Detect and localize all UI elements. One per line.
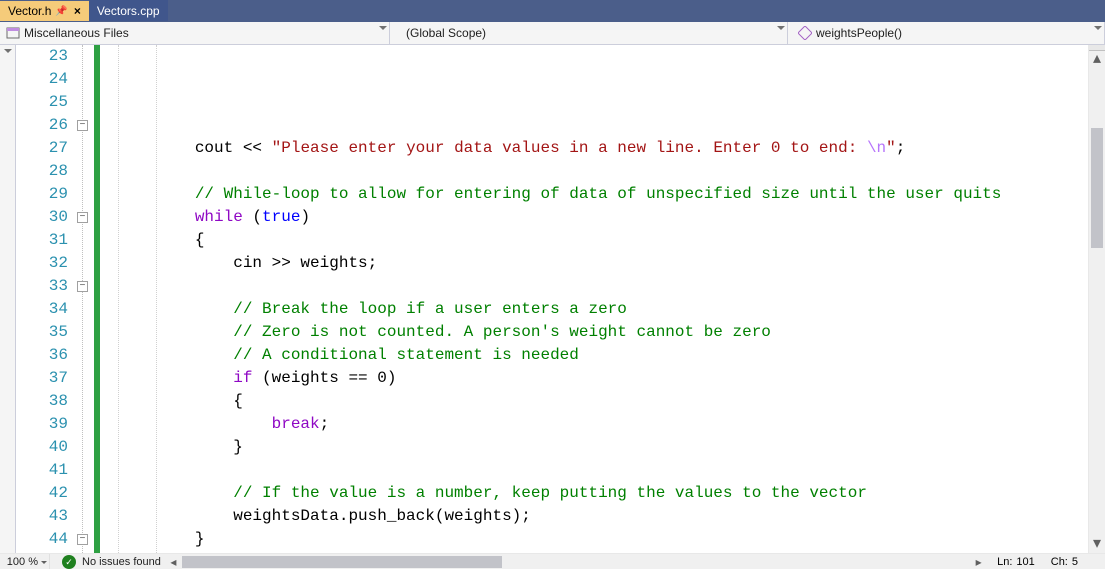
code-line[interactable]: cin >> weights; (118, 252, 1105, 275)
code-line[interactable]: { (118, 229, 1105, 252)
chevron-down-icon (379, 26, 387, 30)
horizontal-scrollbar[interactable]: ◂ ▸ (165, 554, 987, 569)
line-number: 33 (16, 275, 68, 298)
line-number: 32 (16, 252, 68, 275)
caret-position: Ln: 101 Ch: 5 (987, 554, 1088, 569)
tab-bar: Vector.h 📌 × Vectors.cpp (0, 0, 1105, 22)
line-number: 36 (16, 344, 68, 367)
project-icon (6, 26, 20, 40)
line-number: 31 (16, 229, 68, 252)
scroll-thumb[interactable] (1091, 128, 1103, 248)
close-icon[interactable]: × (74, 4, 81, 18)
scroll-thumb[interactable] (182, 556, 502, 568)
code-line[interactable] (118, 551, 1105, 553)
code-line[interactable]: if (weights == 0) (118, 367, 1105, 390)
scroll-track[interactable] (182, 554, 970, 569)
project-dropdown[interactable]: Miscellaneous Files (0, 22, 390, 44)
line-number: 44 (16, 528, 68, 551)
scroll-corner (1088, 554, 1105, 569)
code-line[interactable] (118, 160, 1105, 183)
scroll-left-arrow[interactable]: ◂ (165, 554, 182, 569)
tab-label: Vectors.cpp (97, 4, 160, 18)
code-line[interactable]: // Break the loop if a user enters a zer… (118, 298, 1105, 321)
col-number: 5 (1072, 556, 1078, 568)
code-line[interactable]: // A conditional statement is needed (118, 344, 1105, 367)
tab-label: Vector.h (8, 4, 51, 18)
code-line[interactable]: } (118, 528, 1105, 551)
code-line[interactable]: // Zero is not counted. A person's weigh… (118, 321, 1105, 344)
navigation-bar: Miscellaneous Files (Global Scope) weigh… (0, 22, 1105, 45)
fold-gutter: − − − − (76, 45, 94, 553)
col-label: Ch: (1051, 556, 1068, 568)
check-icon: ✓ (62, 555, 76, 569)
line-number: 38 (16, 390, 68, 413)
code-line[interactable]: } (118, 436, 1105, 459)
vertical-scrollbar[interactable]: ▴ ▾ (1088, 45, 1105, 553)
indent-guide (118, 45, 119, 553)
line-number: 26 (16, 114, 68, 137)
line-number: 42 (16, 482, 68, 505)
scroll-up-arrow[interactable]: ▴ (1089, 51, 1105, 68)
code-line[interactable]: while (true) (118, 206, 1105, 229)
project-name: Miscellaneous Files (24, 26, 129, 40)
line-number: 28 (16, 160, 68, 183)
line-number: 29 (16, 183, 68, 206)
line-number: 40 (16, 436, 68, 459)
fold-toggle[interactable]: − (77, 120, 88, 131)
line-number: 34 (16, 298, 68, 321)
code-line[interactable] (118, 459, 1105, 482)
fold-toggle[interactable]: − (77, 212, 88, 223)
line-number: 43 (16, 505, 68, 528)
chevron-down-icon (1094, 26, 1102, 30)
fold-toggle[interactable]: − (77, 534, 88, 545)
horizontal-scroll-row: 100 % ✓ No issues found ◂ ▸ Ln: 101 Ch: … (0, 553, 1105, 569)
tab-vectors-cpp[interactable]: Vectors.cpp (89, 0, 168, 21)
line-number: 39 (16, 413, 68, 436)
pin-icon[interactable]: 📌 (55, 6, 67, 17)
function-name: weightsPeople() (816, 26, 902, 40)
line-number: 24 (16, 68, 68, 91)
chevron-down-icon (4, 49, 12, 53)
line-number: 25 (16, 91, 68, 114)
line-number: 101 (1016, 556, 1034, 568)
line-number: 23 (16, 45, 68, 68)
line-number: 27 (16, 137, 68, 160)
chevron-down-icon (777, 26, 785, 30)
code-line[interactable]: // If the value is a number, keep puttin… (118, 482, 1105, 505)
line-label: Ln: (997, 556, 1012, 568)
scope-name: (Global Scope) (400, 26, 486, 40)
code-line[interactable]: cout << "Please enter your data values i… (118, 137, 1105, 160)
scope-dropdown[interactable]: (Global Scope) (394, 22, 788, 44)
scroll-right-arrow[interactable]: ▸ (970, 554, 987, 569)
issues-status[interactable]: ✓ No issues found (58, 554, 165, 569)
fold-toggle[interactable]: − (77, 281, 88, 292)
line-number-gutter: 2324252627282930313233343536373839404142… (16, 45, 76, 553)
chevron-down-icon (41, 561, 47, 564)
code-line[interactable]: weightsData.push_back(weights); (118, 505, 1105, 528)
zoom-value: 100 % (7, 556, 38, 568)
code-line[interactable] (118, 275, 1105, 298)
code-editor[interactable]: 2324252627282930313233343536373839404142… (16, 45, 1105, 553)
line-number: 35 (16, 321, 68, 344)
scroll-down-arrow[interactable]: ▾ (1089, 536, 1105, 553)
line-number: 30 (16, 206, 68, 229)
code-line[interactable]: break; (118, 413, 1105, 436)
status-spacer (50, 554, 58, 569)
line-number: 37 (16, 367, 68, 390)
line-number: 41 (16, 459, 68, 482)
zoom-dropdown[interactable]: 100 % (0, 554, 50, 569)
function-dropdown[interactable]: weightsPeople() (792, 22, 1105, 44)
editor-view-dropdown[interactable] (0, 45, 16, 553)
code-text[interactable]: cout << "Please enter your data values i… (100, 45, 1105, 553)
code-line[interactable]: { (118, 390, 1105, 413)
code-line[interactable]: // While-loop to allow for entering of d… (118, 183, 1105, 206)
tab-vector-h[interactable]: Vector.h 📌 × (0, 0, 89, 21)
indent-guide (156, 45, 157, 553)
method-icon (798, 26, 812, 40)
scroll-track[interactable] (1089, 68, 1105, 536)
editor-area: 2324252627282930313233343536373839404142… (0, 45, 1105, 553)
issues-text: No issues found (82, 556, 161, 568)
